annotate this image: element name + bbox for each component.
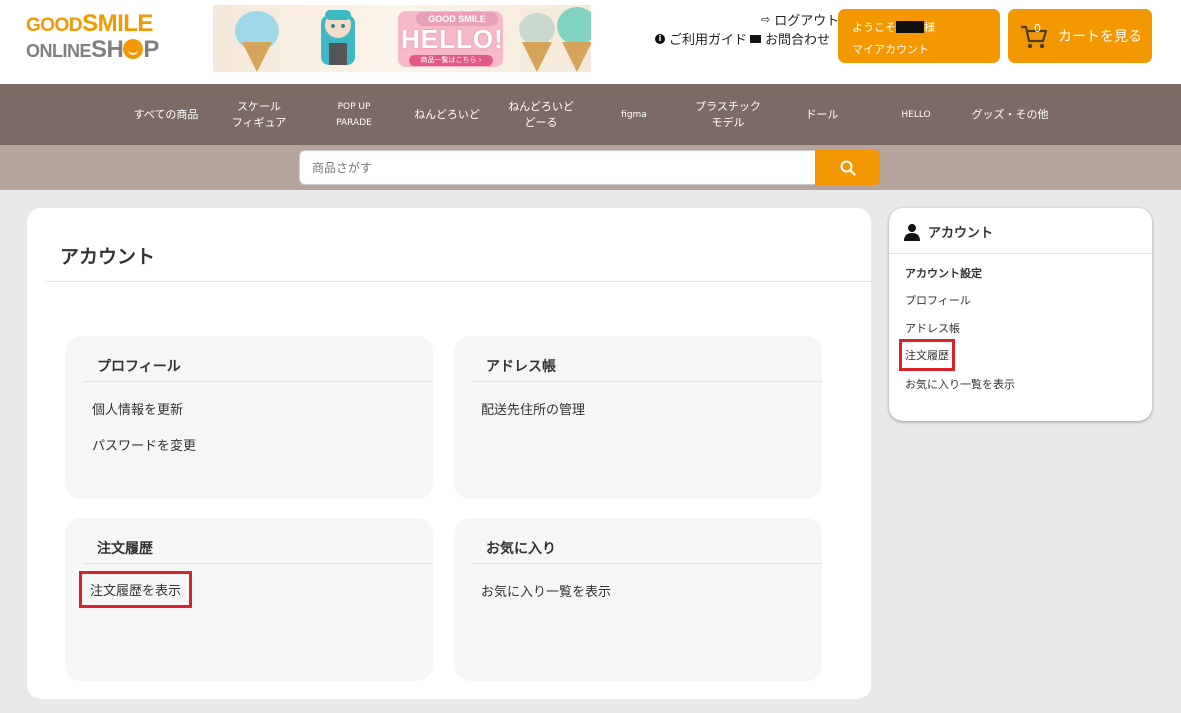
banner-title: HELLO! — [401, 24, 504, 54]
nav-item-nendoroid-doll[interactable]: ねんどろいど どーる — [504, 84, 578, 145]
hello-banner[interactable]: GOOD SMILE HELLO! 商品一覧はこちら › — [213, 5, 591, 72]
nav-item-scale-figure[interactable]: スケール フィギュア — [226, 84, 292, 145]
view-order-history-link[interactable]: 注文履歴を表示 — [78, 571, 193, 608]
sidebar-item-favorites[interactable]: お気に入り一覧を表示 — [905, 376, 1015, 392]
logo-text-sh: SH — [91, 36, 124, 63]
account-panel: アカウント プロフィール 個人情報を更新 パスワードを変更 アドレス帳 配送先住… — [27, 208, 871, 699]
search-input[interactable] — [299, 150, 816, 185]
contact-label: お問合わせ — [765, 33, 831, 48]
card-divider — [83, 381, 433, 382]
ice-cream-cone-image — [562, 42, 591, 72]
ice-cream-cone-image — [522, 42, 552, 72]
address-book-card-title: アドレス帳 — [486, 359, 556, 375]
sidebar-item-address-book[interactable]: アドレス帳 — [905, 320, 960, 336]
nav-item-all-products[interactable]: すべての商品 — [128, 84, 204, 145]
favorites-card-title: お気に入り — [486, 541, 556, 557]
cart-button[interactable]: 0 カートを見る — [1008, 9, 1152, 63]
sidebar-item-order-history[interactable]: 注文履歴 — [899, 339, 955, 371]
order-history-card: 注文履歴 注文履歴を表示 — [65, 518, 433, 681]
change-password-link[interactable]: パスワードを変更 — [92, 435, 196, 454]
user-icon — [904, 223, 920, 241]
guide-link[interactable]: i ご利用ガイド — [655, 29, 747, 48]
logout-link[interactable]: ⇨ ログアウト — [761, 10, 839, 29]
search-button[interactable] — [815, 150, 880, 185]
manage-shipping-address-link[interactable]: 配送先住所の管理 — [481, 399, 585, 418]
site-logo[interactable]: GOODSMILE ONLINESH P — [26, 12, 186, 64]
logo-text-smile: SMILE — [82, 10, 153, 37]
nav-item-hello[interactable]: HELLO — [886, 84, 946, 145]
sidebar-title: アカウント — [928, 226, 994, 241]
search-bar — [0, 145, 1181, 190]
contact-link[interactable]: お問合わせ — [750, 29, 830, 48]
sidebar-section-label: アカウント設定 — [905, 267, 982, 280]
cart-label: カートを見る — [1058, 29, 1142, 45]
search-icon — [840, 160, 856, 176]
banner-sub-label: 商品一覧はこちら › — [409, 55, 493, 66]
ice-cream-scoop-image — [557, 7, 591, 45]
account-sidebar: アカウント アカウント設定 プロフィール アドレス帳 注文履歴 お気に入り一覧を… — [889, 208, 1152, 421]
logout-label: ログアウト — [774, 14, 840, 29]
favorites-card: お気に入り お気に入り一覧を表示 — [454, 518, 822, 681]
address-book-card: アドレス帳 配送先住所の管理 — [454, 336, 822, 499]
logout-icon: ⇨ — [761, 13, 771, 26]
nav-item-figma[interactable]: figma — [604, 84, 664, 145]
update-personal-info-link[interactable]: 個人情報を更新 — [92, 399, 183, 418]
nav-item-goods-other[interactable]: グッズ・その他 — [970, 84, 1050, 145]
sidebar-header: アカウント — [904, 222, 993, 241]
logo-text-good: GOOD — [26, 15, 83, 36]
page-title: アカウント — [60, 246, 156, 268]
site-header: GOODSMILE ONLINESH P GOOD SMILE HELLO! 商品… — [0, 0, 1181, 84]
my-account-label: マイアカウント — [852, 43, 929, 56]
nav-item-pop-up-parade[interactable]: POP UP PARADE — [322, 84, 386, 145]
logo-text-online: ONLINE — [26, 41, 92, 61]
figure-image — [321, 10, 355, 65]
profile-card-title: プロフィール — [97, 359, 181, 375]
category-nav: すべての商品 スケール フィギュア POP UP PARADE ねんどろいど ね… — [0, 84, 1181, 145]
profile-card: プロフィール 個人情報を更新 パスワードを変更 — [65, 336, 433, 499]
card-divider — [83, 563, 433, 564]
welcome-greeting: ようこそ 様 — [852, 17, 986, 39]
order-history-card-title: 注文履歴 — [97, 541, 153, 557]
ice-cream-scoop-image — [519, 13, 555, 45]
ice-cream-cone-image — [242, 42, 272, 72]
title-divider — [46, 281, 871, 282]
greeting-suffix: 様 — [924, 21, 935, 34]
card-divider — [472, 563, 822, 564]
redacted-username — [896, 21, 924, 33]
info-icon: i — [655, 33, 665, 44]
cart-count: 0 — [1034, 22, 1041, 35]
card-divider — [472, 381, 822, 382]
nav-item-nendoroid[interactable]: ねんどろいど — [410, 84, 484, 145]
guide-label: ご利用ガイド — [669, 33, 748, 48]
my-account-button[interactable]: ようこそ 様 マイアカウント — [838, 9, 1000, 63]
view-favorites-link[interactable]: お気に入り一覧を表示 — [481, 581, 611, 600]
nav-item-doll[interactable]: ドール — [792, 84, 852, 145]
greeting-prefix: ようこそ — [852, 21, 896, 34]
logo-text-p: P — [143, 36, 159, 63]
sidebar-divider — [889, 253, 1152, 254]
smile-face-icon — [123, 39, 144, 59]
sidebar-item-profile[interactable]: プロフィール — [905, 292, 971, 308]
mail-icon — [750, 34, 761, 43]
nav-item-plastic-model[interactable]: プラスチック モデル — [690, 84, 766, 145]
